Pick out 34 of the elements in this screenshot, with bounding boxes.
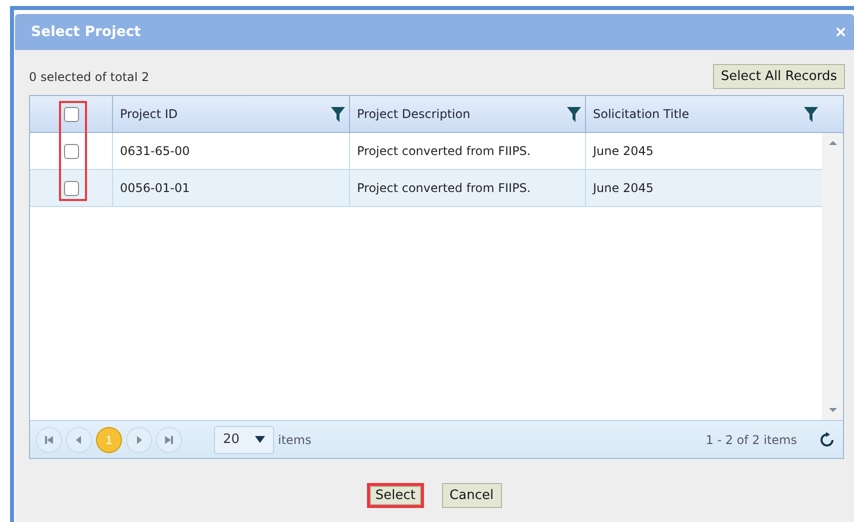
- last-page-icon: [165, 436, 173, 444]
- scroll-down-icon: [828, 406, 836, 414]
- refresh-icon[interactable]: [819, 432, 835, 448]
- previous-icon: [75, 436, 83, 444]
- filter-icon[interactable]: [331, 106, 345, 122]
- first-page-button[interactable]: [36, 426, 62, 452]
- page-size-dropdown[interactable]: 20: [214, 426, 274, 454]
- last-page-button[interactable]: [156, 426, 182, 452]
- table-cell: Project converted from FIIPS.: [349, 170, 585, 206]
- checkbox[interactable]: [64, 180, 78, 196]
- table-cell: 0631-65-00: [112, 133, 349, 169]
- scrollbar[interactable]: [822, 133, 843, 420]
- column-header: Project ID: [120, 107, 178, 121]
- caret-icon: [255, 436, 265, 443]
- selection-summary: 0 selected of total 2: [29, 70, 150, 84]
- checkbox[interactable]: [64, 106, 78, 122]
- filter-icon[interactable]: [804, 106, 818, 122]
- items-label: items: [278, 432, 312, 446]
- checkbox[interactable]: [64, 144, 78, 158]
- scroll-up-icon: [828, 139, 836, 147]
- window-title: Select Project: [31, 24, 141, 40]
- column-header: Project Description: [357, 107, 470, 121]
- table-cell: 0056-01-01: [112, 170, 349, 206]
- next-page-button[interactable]: [126, 426, 152, 452]
- table-cell: Project converted from FIIPS.: [349, 133, 585, 169]
- next-icon: [135, 436, 143, 444]
- previous-page-button[interactable]: [66, 426, 92, 452]
- select-button[interactable]: Select: [367, 483, 424, 508]
- select-all-button[interactable]: Select All Records: [712, 64, 845, 89]
- column-header: Solicitation Title: [593, 107, 690, 121]
- cancel-button[interactable]: Cancel: [442, 483, 502, 508]
- filter-icon[interactable]: [567, 106, 581, 122]
- first-page-icon: [45, 436, 53, 444]
- page-range: 1 - 2 of 2 items: [706, 432, 797, 446]
